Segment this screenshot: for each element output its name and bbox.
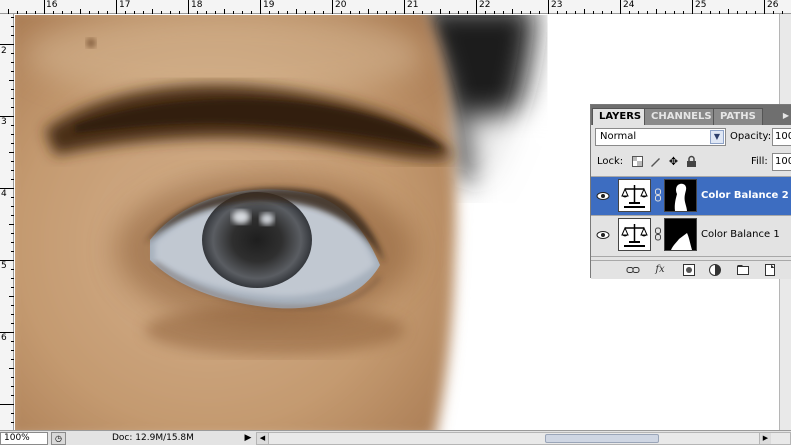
new-group-icon[interactable] — [736, 263, 750, 277]
ruler-label-23: 23 — [551, 0, 563, 10]
ruler-label-left-6: 6 — [1, 333, 7, 343]
left-ruler[interactable]: 2 3 4 5 6 — [0, 14, 14, 430]
ruler-label-left-2: 2 — [1, 46, 7, 56]
chevron-down-icon[interactable]: ▼ — [710, 130, 724, 144]
fill-label: Fill: — [751, 156, 768, 167]
top-ruler[interactable]: 16 17 18 19 20 21 22 23 24 25 26 — [0, 0, 791, 14]
ruler-label-24: 24 — [623, 0, 635, 10]
ruler-label-16: 16 — [46, 0, 58, 10]
new-layer-icon[interactable] — [763, 263, 777, 277]
status-menu-arrow-icon[interactable]: ▶ — [242, 431, 254, 445]
lock-all-icon[interactable] — [685, 155, 698, 168]
left-ruler-ticks — [0, 17, 14, 423]
opacity-input[interactable]: 100 — [772, 128, 791, 146]
blend-mode-value: Normal — [600, 131, 637, 142]
ruler-label-17: 17 — [119, 0, 131, 10]
layer-mask-thumbnail[interactable] — [664, 179, 697, 212]
eye-icon[interactable] — [594, 188, 612, 204]
layer-name[interactable]: Color Balance 1 — [701, 216, 780, 253]
panel-menu-icon[interactable]: ▶ — [780, 108, 791, 124]
ruler-label-21: 21 — [407, 0, 419, 10]
ruler-label-left-3: 3 — [1, 117, 7, 127]
lock-position-icon[interactable]: ✥ — [667, 155, 680, 168]
add-mask-icon[interactable] — [682, 263, 696, 277]
tab-paths[interactable]: PATHS — [713, 108, 763, 125]
horizontal-scrollbar[interactable]: ◀ ▶ — [256, 432, 791, 445]
eye-icon[interactable] — [594, 227, 612, 243]
opacity-label: Opacity: — [730, 131, 772, 142]
chain-link-icon[interactable] — [654, 227, 662, 241]
ruler-label-22: 22 — [479, 0, 491, 10]
chain-link-icon[interactable] — [654, 188, 662, 202]
layer-row-color-balance-1[interactable]: Color Balance 1 — [591, 215, 791, 254]
balance-scale-icon[interactable] — [618, 179, 651, 212]
fill-input[interactable]: 100 — [772, 153, 791, 171]
ruler-label-19: 19 — [263, 0, 275, 10]
lock-image-pixels-icon[interactable] — [649, 155, 662, 168]
blend-mode-select[interactable]: Normal ▼ — [595, 128, 726, 146]
ruler-label-20: 20 — [335, 0, 347, 10]
ruler-label-left-5: 5 — [1, 261, 7, 271]
scroll-right-arrow-icon[interactable]: ▶ — [759, 433, 771, 444]
layers-panel-toolbar: fx — [591, 260, 791, 279]
ruler-label-18: 18 — [191, 0, 203, 10]
scroll-left-arrow-icon[interactable]: ◀ — [257, 433, 269, 444]
ruler-label-25: 25 — [695, 0, 707, 10]
link-layers-icon[interactable] — [626, 263, 640, 277]
lock-transparent-pixels-icon[interactable] — [631, 155, 644, 168]
layer-name[interactable]: Color Balance 2 — [701, 177, 789, 214]
lock-label: Lock: — [597, 156, 624, 167]
panel-tab-bar: LAYERS CHANNELS PATHS ▶ — [591, 105, 791, 125]
horizontal-scroll-thumb[interactable] — [545, 434, 659, 443]
layers-panel: LAYERS CHANNELS PATHS ▶ Normal ▼ Opacity… — [590, 104, 791, 279]
status-bar: 100% ◷ Doc: 12.9M/15.8M ▶ ◀ ▶ — [0, 430, 791, 445]
zoom-field[interactable]: 100% — [0, 432, 48, 445]
tab-channels[interactable]: CHANNELS — [644, 108, 719, 125]
layer-row-color-balance-2[interactable]: Color Balance 2 — [591, 176, 791, 215]
layer-mask-thumbnail[interactable] — [664, 218, 697, 251]
ruler-label-left-4: 4 — [1, 189, 7, 199]
doc-size-info: Doc: 12.9M/15.8M — [112, 433, 194, 443]
balance-scale-icon[interactable] — [618, 218, 651, 251]
tab-layers[interactable]: LAYERS — [592, 108, 649, 125]
ruler-label-26: 26 — [767, 0, 779, 10]
fx-icon[interactable]: fx — [653, 263, 667, 277]
status-info-icon[interactable]: ◷ — [51, 432, 66, 445]
new-adjustment-layer-icon[interactable] — [708, 263, 722, 277]
